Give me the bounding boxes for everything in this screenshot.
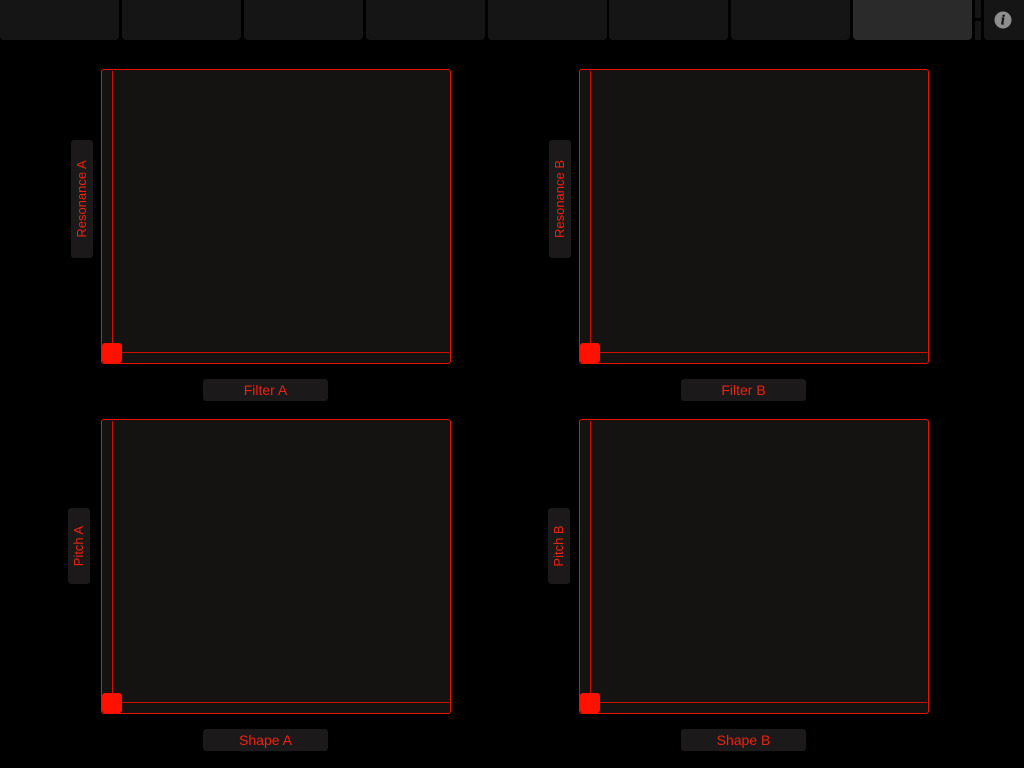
tab-8[interactable]	[853, 0, 972, 40]
tab-3[interactable]	[244, 0, 363, 40]
tab-7[interactable]	[731, 0, 850, 40]
tab-5[interactable]	[488, 0, 607, 40]
info-icon: i	[994, 11, 1012, 29]
x-axis-label-filter-a: Filter A	[203, 379, 328, 401]
xy-pad-shape-b[interactable]	[579, 419, 929, 714]
y-axis-label-pitch-a: Pitch A	[68, 508, 90, 584]
tab-1[interactable]	[0, 0, 119, 40]
pad-crosshair-horizontal	[581, 702, 927, 703]
xy-pad-filter-b[interactable]	[579, 69, 929, 364]
pad-crosshair-horizontal	[581, 352, 927, 353]
pad-crosshair-horizontal	[103, 702, 449, 703]
x-axis-label-shape-a: Shape A	[203, 729, 328, 751]
tab-2[interactable]	[122, 0, 241, 40]
y-axis-label-pitch-b: Pitch B	[548, 508, 570, 584]
y-axis-label-resonance-b: Resonance B	[549, 140, 571, 258]
pad-crosshair-horizontal	[103, 352, 449, 353]
pad-handle[interactable]	[580, 693, 600, 713]
x-axis-label-shape-b: Shape B	[681, 729, 806, 751]
pad-crosshair-vertical	[590, 421, 591, 712]
tab-4[interactable]	[366, 0, 485, 40]
pad-handle[interactable]	[580, 343, 600, 363]
info-button[interactable]: i	[984, 0, 1024, 40]
y-axis-label-text: Resonance B	[552, 159, 567, 239]
x-axis-label-filter-b: Filter B	[681, 379, 806, 401]
xy-pad-filter-a[interactable]	[101, 69, 451, 364]
xy-pad-shape-a[interactable]	[101, 419, 451, 714]
app-window: i Resonance A Filter A Resonance B Filte…	[0, 0, 1024, 768]
info-glyph: i	[1001, 14, 1006, 29]
pad-crosshair-vertical	[112, 71, 113, 362]
y-axis-label-text: Pitch A	[71, 525, 86, 567]
pad-handle[interactable]	[102, 343, 122, 363]
pad-crosshair-vertical	[112, 421, 113, 712]
tab-divider-top	[975, 0, 981, 18]
tab-divider-bottom	[975, 21, 981, 40]
pad-handle[interactable]	[102, 693, 122, 713]
y-axis-label-text: Resonance A	[74, 160, 89, 238]
y-axis-label-resonance-a: Resonance A	[71, 140, 93, 258]
pad-crosshair-vertical	[590, 71, 591, 362]
tab-bar: i	[0, 0, 1024, 41]
tab-6[interactable]	[609, 0, 728, 40]
y-axis-label-text: Pitch B	[551, 525, 566, 567]
